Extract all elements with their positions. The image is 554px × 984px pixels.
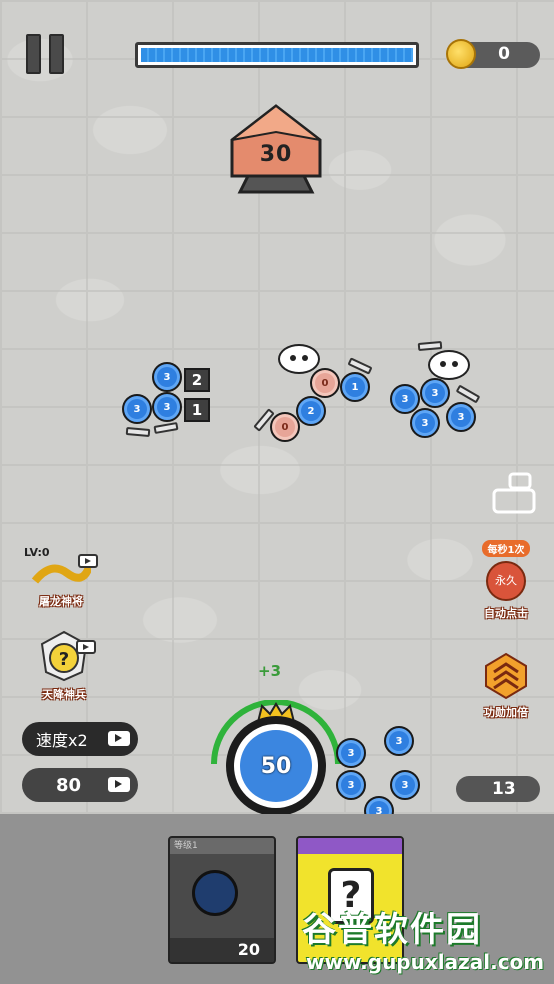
- question-shield-icon: ?: [40, 630, 88, 682]
- auto-click-ability[interactable]: 每秒1次 永久 自动点击: [474, 538, 538, 621]
- unit-left-3: 3: [152, 392, 182, 422]
- gem-value: 80: [56, 774, 82, 796]
- dragon-general-ability[interactable]: LV:0 屠龙神将: [24, 546, 98, 609]
- enemy-base[interactable]: 30: [228, 102, 324, 198]
- merit-label: 功勋加倍: [484, 706, 528, 719]
- unit-bottom-3: 3: [336, 770, 366, 800]
- svg-text:?: ?: [59, 649, 69, 670]
- video-ad-icon: [108, 731, 130, 746]
- rank-value: 13: [492, 779, 516, 799]
- unit-card-icon: [192, 870, 238, 916]
- wave-progress-fill: [141, 48, 413, 62]
- unit-card-cost: 20: [170, 938, 274, 962]
- unit-mid-4: 1: [340, 372, 370, 402]
- unit-right-1: 3: [420, 378, 450, 408]
- watermark-title: 谷普软件园: [302, 910, 482, 950]
- unit-upgrade-card[interactable]: 等级1 20: [168, 836, 276, 964]
- enemy-base-level: 30: [259, 142, 293, 167]
- unit-mid-1: 0: [310, 368, 340, 398]
- enemy-face-icon: [428, 350, 470, 380]
- layout-toggle-icon[interactable]: [490, 470, 538, 516]
- unit-bottom-2: 3: [336, 738, 366, 768]
- video-ad-icon: [108, 777, 130, 792]
- coin-icon: [446, 39, 476, 69]
- sky-soldier-ability[interactable]: ? 天降神兵: [28, 630, 100, 702]
- rank-counter: 13: [456, 776, 540, 802]
- unit-right-4: 3: [410, 408, 440, 438]
- unit-left-1: 3: [152, 362, 182, 392]
- unit-left-2: 3: [122, 394, 152, 424]
- unit-bottom-1: 3: [384, 726, 414, 756]
- merit-double-ability[interactable]: 功勋加倍: [474, 652, 538, 720]
- bonus-indicator: +3: [258, 662, 282, 680]
- watermark-url: www.gupuxlazal.com: [306, 950, 545, 974]
- speed-x2-button[interactable]: 速度x2: [22, 722, 138, 756]
- coin-counter: 0: [446, 39, 540, 69]
- video-ad-icon: [76, 640, 96, 654]
- speed-label: 速度x2: [36, 731, 88, 750]
- dragon-label: 屠龙神将: [39, 595, 83, 608]
- chevron-medal-icon: [485, 652, 527, 700]
- auto-click-seal: 永久: [486, 561, 526, 601]
- coin-value: 0: [498, 44, 510, 64]
- unit-right-2: 3: [390, 384, 420, 414]
- auto-click-badge: 每秒1次: [481, 540, 531, 557]
- tower-tag-2: 2: [184, 368, 210, 392]
- sky-soldier-label: 天降神兵: [42, 688, 86, 701]
- spawn-cost: 50: [240, 730, 312, 802]
- wave-progress-bar: [135, 42, 419, 68]
- spawn-unit-button[interactable]: 50: [226, 716, 326, 816]
- unit-mid-3: 0: [270, 412, 300, 442]
- unit-card-header: 等级1: [170, 838, 274, 854]
- unit-mid-2: 2: [296, 396, 326, 426]
- auto-click-label: 自动点击: [484, 607, 528, 620]
- mystery-card-header: [298, 838, 402, 854]
- tower-tag-1: 1: [184, 398, 210, 422]
- gem-counter: 80: [22, 768, 138, 802]
- unit-bottom-4: 3: [390, 770, 420, 800]
- video-ad-icon: [78, 554, 98, 568]
- enemy-face-icon: [278, 344, 320, 374]
- unit-right-3: 3: [446, 402, 476, 432]
- pause-button[interactable]: [26, 34, 64, 74]
